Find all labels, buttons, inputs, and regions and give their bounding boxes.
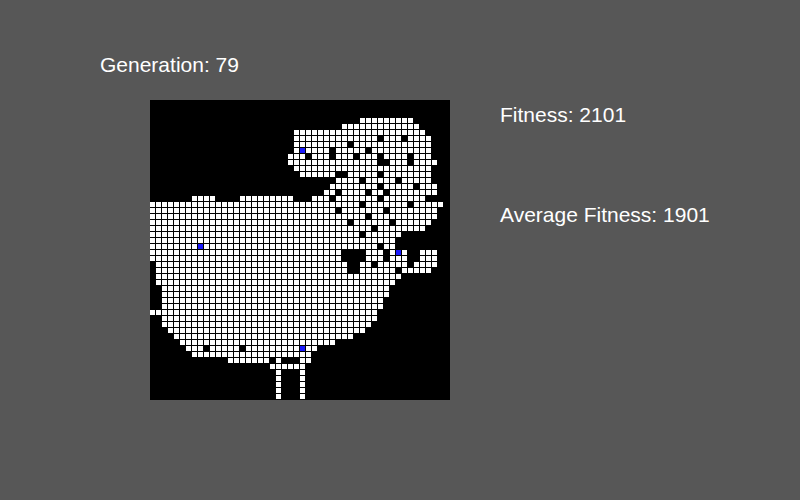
main-row: Fitness: 2101Average Fitness: 1901 — [100, 100, 800, 400]
generation-label: Generation: 79 — [100, 52, 800, 78]
simulation-screen: Generation: 79 Fitness: 2101Average Fitne… — [0, 0, 800, 500]
grid-board — [150, 100, 450, 400]
